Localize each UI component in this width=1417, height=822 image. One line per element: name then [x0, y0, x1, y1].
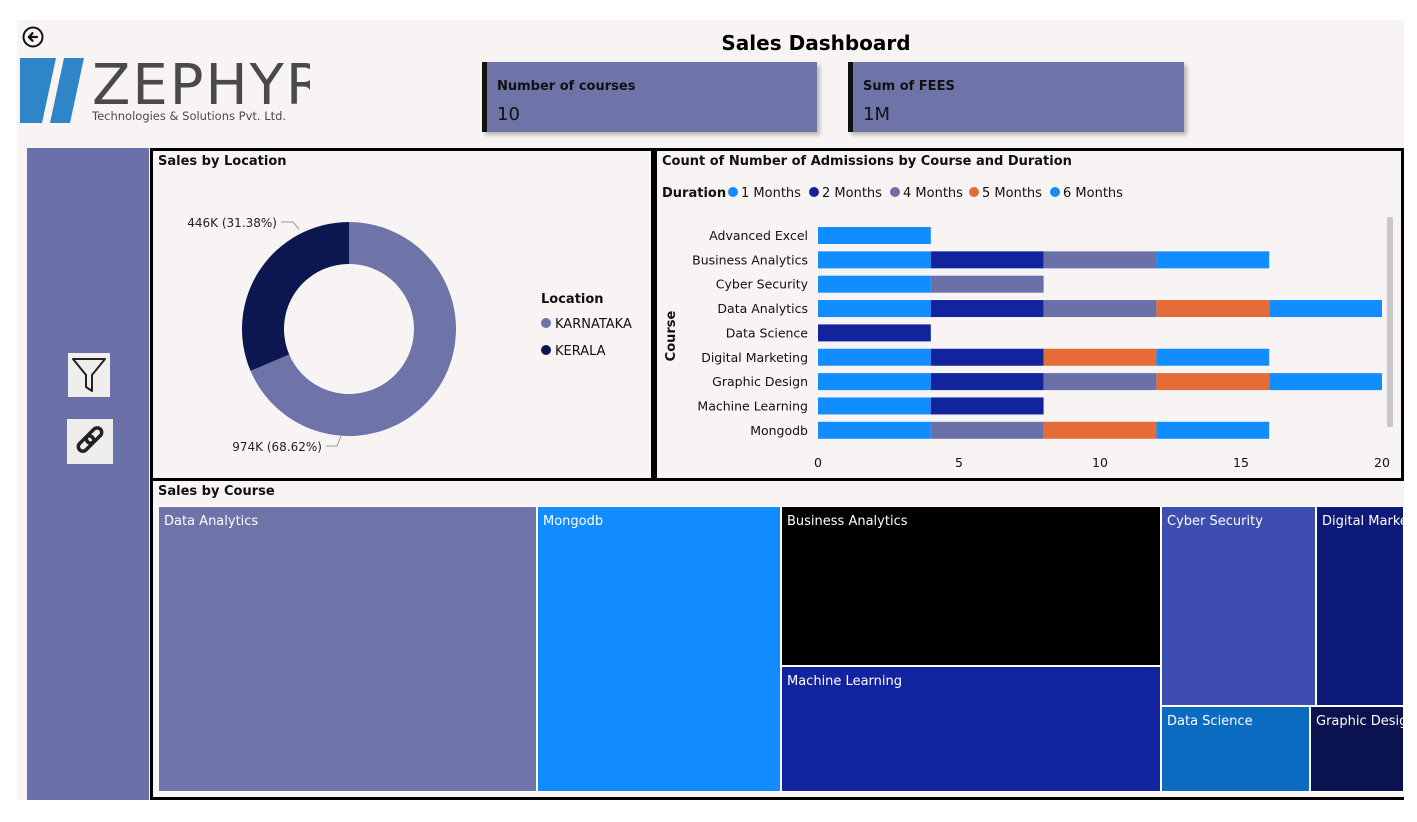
treemap-tile-mongodb[interactable]: Mongodb: [537, 506, 781, 792]
legend-swatch: [969, 187, 979, 197]
x-tick-label: 10: [1092, 455, 1108, 470]
y-tick-label: Business Analytics: [692, 252, 808, 267]
legend-item[interactable]: 5 Months: [982, 186, 1042, 201]
panel-title: Sales by Course: [158, 484, 275, 499]
tile-label: Data Analytics: [164, 514, 259, 529]
donut-slice-kerala[interactable]: [242, 222, 349, 371]
x-tick-label: 20: [1374, 455, 1390, 470]
admissions-chart-panel: Count of Number of Admissions by Course …: [654, 148, 1404, 481]
bar-segment[interactable]: [1156, 373, 1270, 391]
legend-swatch: [728, 187, 738, 197]
treemap-tile-graphic-design[interactable]: Graphic Design: [1310, 706, 1404, 792]
kpi-card-sum-of-fees[interactable]: Sum of FEES 1M: [848, 62, 1184, 132]
y-tick-label: Cyber Security: [716, 277, 809, 292]
back-arrow-icon[interactable]: [22, 26, 44, 48]
y-tick-label: Data Analytics: [717, 301, 808, 316]
bar-segment[interactable]: [818, 251, 931, 269]
legend-swatch: [809, 187, 819, 197]
legend-item[interactable]: 2 Months: [822, 186, 882, 201]
legend-item-kerala[interactable]: KERALA: [555, 344, 606, 359]
x-tick-label: 15: [1233, 455, 1249, 470]
bar-segment[interactable]: [1043, 348, 1157, 366]
tile-label: Data Science: [1167, 714, 1253, 729]
x-tick-label: 5: [955, 455, 963, 470]
scrollbar[interactable]: [1387, 217, 1393, 427]
bar-segment[interactable]: [930, 251, 1044, 269]
bar-segment[interactable]: [1156, 300, 1270, 318]
kpi-value: 10: [497, 104, 520, 125]
bar-segment[interactable]: [930, 300, 1044, 318]
tile-label: Graphic Design: [1316, 714, 1403, 729]
tile-label: Digital Marketing: [1322, 514, 1403, 529]
bar-segment[interactable]: [1043, 300, 1157, 318]
bar-segment[interactable]: [818, 421, 931, 439]
treemap-tile-cyber-security[interactable]: Cyber Security: [1161, 506, 1316, 706]
treemap-tile-digital-marketing[interactable]: Digital Marketing: [1316, 506, 1404, 706]
bar-segment[interactable]: [1269, 373, 1382, 391]
bar-segment[interactable]: [818, 397, 931, 415]
bar-segment[interactable]: [1156, 251, 1270, 269]
company-logo: ZEPHYR Technologies & Solutions Pvt. Ltd…: [20, 53, 325, 126]
donut-data-label: 974K (68.62%): [232, 440, 322, 454]
tile-label: Business Analytics: [787, 514, 908, 529]
legend-swatch: [541, 318, 551, 328]
bar-segment[interactable]: [1043, 373, 1157, 391]
treemap-tile-data-science[interactable]: Data Science: [1161, 706, 1310, 792]
tile-label: Cyber Security: [1167, 514, 1263, 529]
bar-segment[interactable]: [930, 373, 1044, 391]
donut-chart: 446K (31.38%) 974K (68.62%) Location KAR…: [187, 216, 632, 454]
y-tick-label: Machine Learning: [697, 398, 808, 413]
donut-data-label: 446K (31.38%): [187, 216, 277, 230]
tile-label: Mongodb: [543, 514, 604, 529]
bar-segment[interactable]: [1156, 348, 1270, 366]
legend-swatch: [890, 187, 900, 197]
bar-segment[interactable]: [818, 348, 931, 366]
bar-segment[interactable]: [818, 275, 931, 293]
y-tick-label: Mongodb: [750, 423, 808, 438]
y-tick-label: Advanced Excel: [709, 228, 808, 243]
treemap-tile-business-analytics[interactable]: Business Analytics: [781, 506, 1161, 666]
tile-label: Machine Learning: [787, 674, 902, 689]
stacked-bar-chart: Duration 1 Months 2 Months 4 Months 5 Month…: [662, 186, 1393, 470]
x-tick-label: 0: [814, 455, 822, 470]
kpi-label: Sum of FEES: [863, 79, 955, 94]
bar-segment[interactable]: [818, 373, 931, 391]
link-icon[interactable]: [67, 419, 113, 464]
sales-by-location-panel: Sales by Location 446K (31.38%) 974K (68…: [150, 148, 654, 481]
treemap-tile-machine-learning[interactable]: Machine Learning: [781, 666, 1161, 792]
bar-segment[interactable]: [1156, 421, 1270, 439]
legend-swatch: [541, 345, 551, 355]
y-tick-label: Digital Marketing: [701, 350, 808, 365]
kpi-label: Number of courses: [497, 79, 636, 94]
bar-segment[interactable]: [1269, 300, 1382, 318]
legend-title: Duration: [662, 186, 726, 201]
y-tick-label: Data Science: [726, 325, 809, 340]
bar-segment[interactable]: [930, 397, 1044, 415]
kpi-value: 1M: [863, 104, 890, 125]
bar-segment[interactable]: [818, 300, 931, 318]
legend-title: Location: [541, 292, 604, 307]
bar-segment[interactable]: [1043, 421, 1157, 439]
legend-swatch: [1050, 187, 1060, 197]
y-axis-label: Course: [664, 310, 679, 361]
bar-segment[interactable]: [930, 275, 1044, 293]
y-tick-label: Graphic Design: [712, 374, 808, 389]
bar-segment[interactable]: [930, 421, 1044, 439]
legend-item-karnataka[interactable]: KARNATAKA: [555, 317, 632, 332]
bar-segment[interactable]: [930, 348, 1044, 366]
sidebar: [27, 148, 149, 800]
legend-item[interactable]: 6 Months: [1063, 186, 1123, 201]
logo-tagline: Technologies & Solutions Pvt. Ltd.: [91, 109, 286, 123]
legend-item[interactable]: 1 Months: [741, 186, 801, 201]
treemap-tile-data-analytics[interactable]: Data Analytics: [158, 506, 537, 792]
filter-icon[interactable]: [68, 353, 110, 397]
kpi-card-number-of-courses[interactable]: Number of courses 10: [482, 62, 817, 132]
bar-segment[interactable]: [1043, 251, 1157, 269]
bar-segment[interactable]: [818, 227, 931, 244]
bar-segment[interactable]: [818, 324, 931, 342]
legend-item[interactable]: 4 Months: [903, 186, 963, 201]
page-title: Sales Dashboard: [721, 31, 911, 55]
